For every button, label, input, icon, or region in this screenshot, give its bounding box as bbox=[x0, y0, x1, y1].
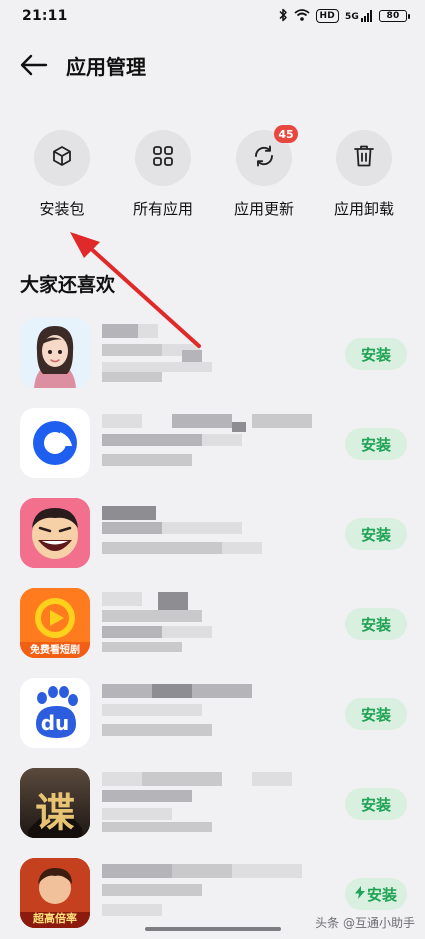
bluetooth-icon bbox=[278, 8, 288, 25]
app-info-redacted bbox=[102, 320, 332, 384]
action-label: 安装包 bbox=[39, 200, 85, 218]
baidu-paw-icon: du bbox=[20, 678, 90, 748]
status-icons: HD 5G 80 bbox=[278, 8, 410, 25]
game-dark-icon: 谍 bbox=[20, 768, 90, 838]
action-circle bbox=[135, 130, 191, 186]
install-label: 安装 bbox=[366, 886, 397, 904]
action-label: 应用更新 bbox=[233, 200, 294, 218]
section-title: 大家还喜欢 bbox=[20, 274, 116, 296]
avatar-girl-icon bbox=[20, 318, 90, 388]
blue-ring-icon bbox=[20, 408, 90, 478]
refresh-icon bbox=[252, 144, 276, 172]
action-circle bbox=[336, 130, 392, 186]
list-item[interactable]: 安装 bbox=[0, 404, 425, 480]
list-item[interactable]: 免费看短剧 安装 bbox=[0, 584, 425, 660]
signal-icon: 5G bbox=[345, 10, 373, 22]
status-time: 21:11 bbox=[22, 8, 68, 24]
list-item[interactable]: du 安装 bbox=[0, 674, 425, 750]
lightning-icon bbox=[354, 886, 365, 902]
install-button[interactable]: 安装 bbox=[345, 788, 407, 820]
icon-text: 谍 bbox=[35, 789, 75, 836]
app-info-redacted bbox=[102, 500, 332, 564]
install-button[interactable]: 安装 bbox=[345, 428, 407, 460]
home-indicator[interactable] bbox=[145, 927, 281, 931]
icon-text: du bbox=[40, 711, 70, 735]
app-info-redacted bbox=[102, 680, 332, 744]
install-button[interactable]: 安装 bbox=[345, 608, 407, 640]
icon-caption: 超高倍率 bbox=[33, 912, 77, 925]
app-info-redacted bbox=[102, 590, 332, 654]
action-circle bbox=[34, 130, 90, 186]
network-type-label: 5G bbox=[344, 12, 359, 22]
app-info-redacted bbox=[102, 860, 332, 924]
install-button[interactable]: 安装 bbox=[345, 518, 407, 550]
quick-actions: 安装包 所有应用 45 应用更新 应用卸载 bbox=[0, 125, 425, 230]
fast-install-button[interactable]: 安装 bbox=[345, 878, 407, 910]
laughing-face-icon bbox=[20, 498, 90, 568]
hd-indicator: HD bbox=[315, 9, 339, 23]
action-label: 应用卸载 bbox=[333, 200, 394, 218]
install-button[interactable]: 安装 bbox=[345, 698, 407, 730]
app-info-redacted bbox=[102, 410, 332, 474]
update-count-badge: 45 bbox=[274, 125, 298, 143]
cube-icon bbox=[51, 145, 73, 171]
list-item[interactable]: 安装 bbox=[0, 314, 425, 390]
install-button[interactable]: 安装 bbox=[345, 338, 407, 370]
list-item[interactable]: 谍 安装 bbox=[0, 764, 425, 840]
grid-icon bbox=[151, 144, 175, 172]
watermark: 头条 @互通小助手 bbox=[315, 916, 415, 930]
back-arrow-icon[interactable] bbox=[18, 49, 50, 81]
app-management-screen: 21:11 HD 5G 80 应用管理 安装包 所有应用 45 应用更新 应用卸… bbox=[0, 0, 425, 939]
game-hero-icon: 超高倍率 bbox=[20, 858, 90, 928]
action-install-packages[interactable]: 安装包 bbox=[12, 130, 112, 225]
action-circle: 45 bbox=[236, 125, 298, 186]
status-bar: 21:11 HD 5G 80 bbox=[0, 0, 425, 32]
action-all-apps[interactable]: 所有应用 bbox=[113, 130, 213, 225]
wifi-icon bbox=[293, 8, 310, 24]
app-info-redacted bbox=[102, 770, 332, 834]
action-label: 所有应用 bbox=[132, 200, 193, 218]
battery-indicator: 80 bbox=[379, 10, 410, 22]
action-uninstall-apps[interactable]: 应用卸载 bbox=[314, 130, 414, 225]
trash-icon bbox=[353, 144, 375, 172]
list-item[interactable]: 安装 bbox=[0, 494, 425, 570]
icon-caption: 免费看短剧 bbox=[30, 645, 80, 656]
header: 应用管理 bbox=[0, 40, 425, 90]
action-app-updates[interactable]: 45 应用更新 bbox=[214, 125, 314, 225]
orange-play-icon: 免费看短剧 bbox=[20, 588, 90, 658]
page-title: 应用管理 bbox=[66, 54, 146, 79]
